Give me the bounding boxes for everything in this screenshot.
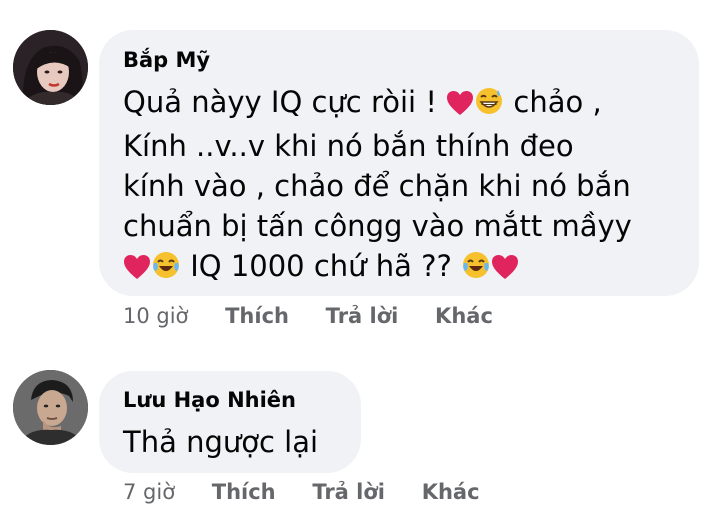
tears-of-joy-icon <box>151 250 181 290</box>
comment-bubble: Bắp Mỹ Quả nàyy IQ cực ròii ! chảo , Kín… <box>99 30 699 296</box>
avatar-bap-my[interactable] <box>13 30 88 105</box>
comment-author[interactable]: Lưu Hạo Nhiên <box>123 386 361 414</box>
comment-line: Kính ..v..v khi nó bắn thính đeo <box>123 129 574 163</box>
comment-text: Thả ngược lại <box>123 425 319 459</box>
grin-sweat-icon <box>474 86 504 126</box>
comment-actions: 7 giờ Thích Trả lời Khác <box>123 480 480 504</box>
avatar-photo-icon <box>13 30 88 105</box>
avatar-photo-icon <box>13 370 88 445</box>
heart-icon <box>491 250 519 290</box>
comment-text: Quả nàyy IQ cực ròii ! chảo , Kính ..v..… <box>123 82 689 290</box>
tears-of-joy-icon <box>461 250 491 290</box>
comment-line: kính vào , chảo để chặn khi nó bắn <box>123 169 631 203</box>
more-button[interactable]: Khác <box>435 304 493 328</box>
comment-line: IQ 1000 chứ hã ?? <box>123 246 689 290</box>
comment-text-part: chảo , <box>504 85 602 119</box>
comment-timestamp[interactable]: 10 giờ <box>123 304 188 328</box>
comment-line: Quả nàyy IQ cực ròii ! chảo , <box>123 82 689 126</box>
avatar-luu-hao-nhien[interactable] <box>13 370 88 445</box>
like-button[interactable]: Thích <box>225 304 289 328</box>
comment-line: chuẩn bị tấn côngg vào mắtt mầyy <box>123 209 632 243</box>
heart-icon <box>446 86 474 126</box>
comment-actions: 10 giờ Thích Trả lời Khác <box>123 304 493 328</box>
comment-text-part: Quả nàyy IQ cực ròii ! <box>123 85 447 119</box>
like-button[interactable]: Thích <box>212 480 276 504</box>
comment-author[interactable]: Bắp Mỹ <box>123 46 699 74</box>
more-button[interactable]: Khác <box>422 480 480 504</box>
comment-bubble: Lưu Hạo Nhiên Thả ngược lại <box>99 371 361 473</box>
reply-button[interactable]: Trả lời <box>326 304 399 328</box>
comment-timestamp[interactable]: 7 giờ <box>123 480 175 504</box>
reply-button[interactable]: Trả lời <box>312 480 385 504</box>
heart-icon <box>123 250 151 290</box>
comment-text-part: IQ 1000 chứ hã ?? <box>181 249 462 283</box>
